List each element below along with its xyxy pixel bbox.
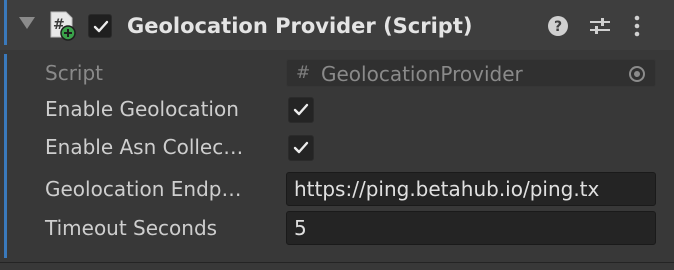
checkmark-icon <box>293 141 309 154</box>
script-label: Script <box>45 61 104 85</box>
component-title: Geolocation Provider (Script) <box>127 14 473 38</box>
help-icon[interactable]: ? <box>547 15 569 41</box>
selection-accent-bar <box>4 0 7 45</box>
timeout-seconds-input[interactable]: 5 <box>286 211 656 245</box>
kebab-menu-icon[interactable] <box>627 14 647 42</box>
foldout-expanded-icon[interactable] <box>19 17 35 29</box>
enable-geolocation-label: Enable Geolocation <box>45 97 239 121</box>
geolocation-endpoint-input[interactable]: https://ping.betahub.io/ping.tx <box>286 172 656 206</box>
geolocation-endpoint-value: https://ping.betahub.io/ping.tx <box>294 177 600 201</box>
enable-asn-collection-checkbox[interactable] <box>288 135 314 161</box>
selection-accent-bar <box>4 54 7 258</box>
checkmark-icon <box>293 103 309 116</box>
script-file-icon: # <box>296 63 311 83</box>
component-enabled-toggle[interactable] <box>88 14 112 38</box>
script-add-icon: # <box>49 11 79 41</box>
script-object-field[interactable]: # GeolocationProvider <box>286 59 656 87</box>
timeout-seconds-label: Timeout Seconds <box>45 216 218 240</box>
component-separator <box>0 262 674 263</box>
svg-text:?: ? <box>554 19 562 35</box>
checkmark-icon <box>93 20 109 33</box>
enable-geolocation-checkbox[interactable] <box>288 97 314 123</box>
timeout-seconds-value: 5 <box>294 216 307 240</box>
enable-asn-collection-label: Enable Asn Collec… <box>45 135 244 159</box>
preset-sliders-icon[interactable] <box>588 14 612 42</box>
script-object-name: GeolocationProvider <box>321 62 523 86</box>
object-picker-icon[interactable] <box>629 66 645 82</box>
geolocation-endpoint-label: Geolocation Endp… <box>45 177 242 201</box>
